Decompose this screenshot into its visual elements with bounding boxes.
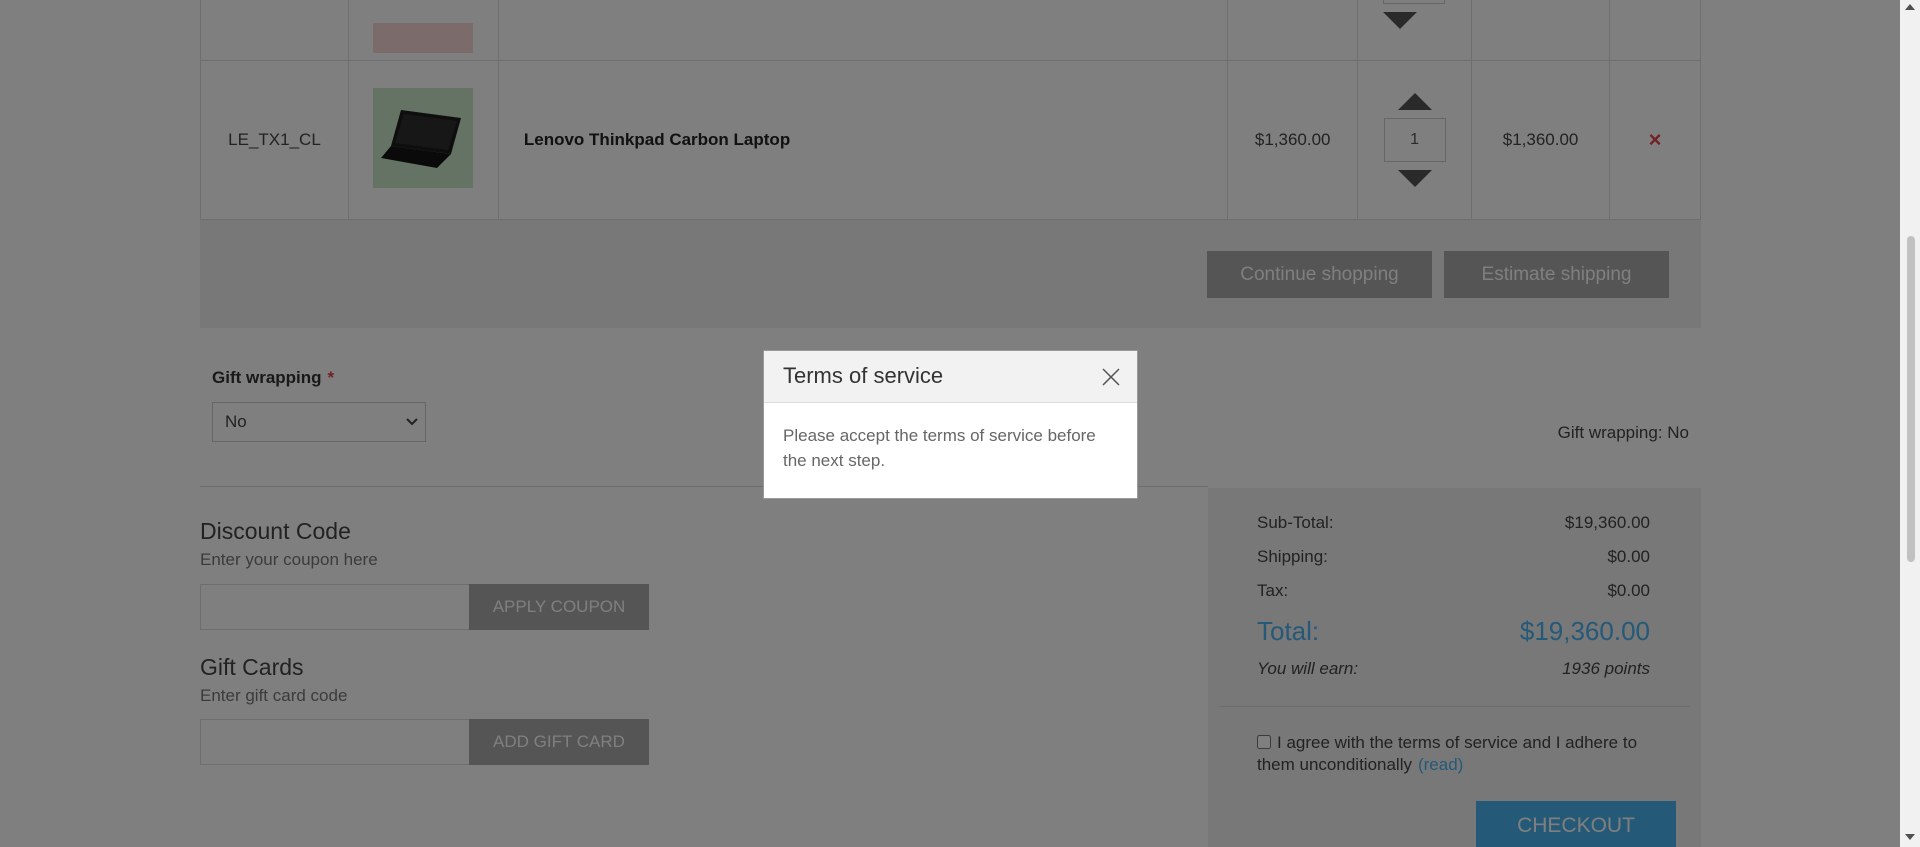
close-icon[interactable] (1101, 367, 1121, 387)
dialog-message: Please accept the terms of service befor… (783, 426, 1096, 470)
scroll-down-icon[interactable] (1905, 834, 1915, 840)
terms-of-service-dialog: Terms of service Please accept the terms… (763, 350, 1138, 499)
scrollbar-thumb[interactable] (1907, 236, 1915, 562)
page-scrollbar[interactable] (1900, 0, 1920, 847)
scroll-up-icon[interactable] (1905, 4, 1915, 10)
dialog-title: Terms of service (783, 363, 944, 388)
dialog-header: Terms of service (764, 351, 1137, 403)
